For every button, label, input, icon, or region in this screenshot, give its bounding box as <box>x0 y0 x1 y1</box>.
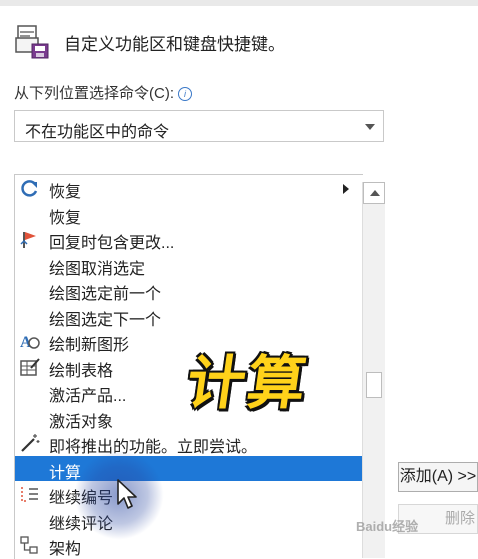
list-item-label: 绘图取消选定 <box>49 260 146 278</box>
header-title: 自定义功能区和键盘快捷键。 <box>64 35 285 54</box>
choose-commands-label-text: 从下列位置选择命令(C): <box>14 85 174 102</box>
chevron-down-icon <box>365 124 375 130</box>
list-item-label: 即将推出的功能。立即尝试。 <box>49 439 258 456</box>
list-item-label: 激活产品... <box>49 388 127 405</box>
choose-commands-dropdown[interactable]: 不在功能区中的命令 <box>14 110 384 142</box>
svg-text:A: A <box>20 334 32 351</box>
keyboard-shortcuts-icon <box>15 25 49 59</box>
list-item-selected[interactable]: 计算 <box>15 455 363 482</box>
info-icon[interactable]: i <box>178 87 192 102</box>
dropdown-selected-value: 不在功能区中的命令 <box>25 124 170 141</box>
list-item[interactable]: 绘图取消选定 <box>15 252 363 278</box>
list-item[interactable]: 继续评论 <box>15 507 363 533</box>
draw-table-icon <box>20 357 40 376</box>
list-item-label: 回复时包含更改... <box>49 235 175 252</box>
list-item-label: 绘图选定下一个 <box>49 311 162 329</box>
list-item[interactable]: 恢复 <box>15 175 363 201</box>
structure-icon <box>20 536 38 554</box>
continue-numbering-icon <box>21 487 38 502</box>
list-scrollbar[interactable] <box>362 182 385 558</box>
list-item[interactable]: 架构 <box>15 532 363 558</box>
list-item[interactable]: 恢复 <box>15 201 363 227</box>
list-item[interactable]: 继续编号 <box>15 481 363 507</box>
list-item-label: 绘制表格 <box>49 362 114 380</box>
choose-commands-label: 从下列位置选择命令(C): i <box>14 82 192 103</box>
draw-shape-icon: A <box>20 334 40 351</box>
scroll-up-button[interactable] <box>363 182 385 204</box>
watermark: Baidu经验 <box>356 519 419 534</box>
magic-wand-icon <box>21 434 40 452</box>
list-item[interactable]: 绘图选定前一个 <box>15 277 363 303</box>
list-item-label: 激活对象 <box>49 413 114 431</box>
scroll-thumb[interactable] <box>366 372 382 398</box>
list-item[interactable]: 回复时包含更改... <box>15 226 363 252</box>
list-item-label: 恢复 <box>49 209 82 227</box>
reply-flag-icon <box>20 232 36 248</box>
redo-icon <box>21 180 38 197</box>
list-item[interactable]: 即将推出的功能。立即尝试。 <box>15 430 363 456</box>
list-item-label: 架构 <box>49 541 82 558</box>
window-top-edge <box>0 0 478 6</box>
add-button[interactable]: 添加(A) >> <box>398 462 478 492</box>
mouse-cursor-icon <box>117 479 137 509</box>
list-item-label: 绘制新图形 <box>49 337 130 354</box>
overlay-caption: 计算 <box>182 349 313 417</box>
submenu-arrow-icon <box>343 184 349 194</box>
list-item-label: 恢复 <box>49 184 82 201</box>
list-item-label: 绘图选定前一个 <box>49 286 162 303</box>
list-item[interactable]: 绘图选定下一个 <box>15 303 363 329</box>
